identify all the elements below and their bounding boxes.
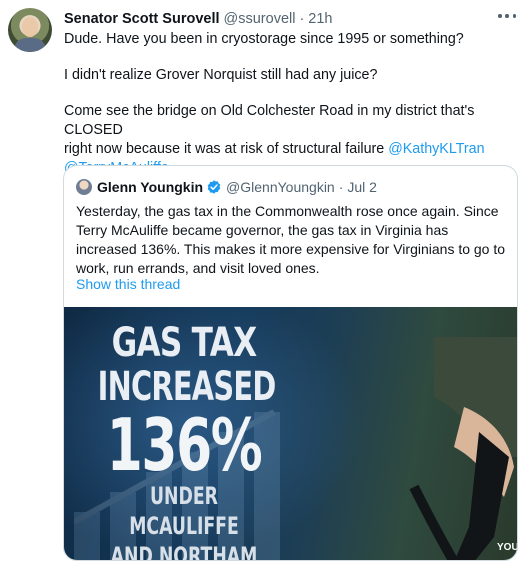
headline-line-5: AND NORTHAM [110,542,258,561]
more-dots-icon[interactable] [498,9,516,23]
quoted-header-separator: · [338,179,344,195]
show-thread-link[interactable]: Show this thread [76,276,180,292]
image-headline: GAS TAX INCREASED 136% UNDER MCAULIFFE A… [64,320,304,561]
dot-2 [505,14,509,18]
headline-line-1: GAS TAX [111,320,257,366]
tweet-timestamp[interactable]: 21h [308,11,332,27]
paragraph-3-line-2: right now because it was at risk of stru… [64,141,385,157]
author-name[interactable]: Senator Scott Surovell [64,11,220,27]
dot-3 [512,14,516,18]
quoted-tweet-header: Glenn Youngkin @GlennYoungkin · Jul 2 [76,178,377,196]
tweet-paragraph-2: I didn't realize Grover Norquist still h… [64,67,378,83]
paragraph-3-line-1: Come see the bridge on Old Colchester Ro… [64,103,475,138]
verified-badge-icon [207,180,221,194]
tweet-text: Dude. Have you been in cryostorage since… [64,30,514,178]
header-separator: · [299,11,305,27]
quoted-author-avatar[interactable] [76,179,92,195]
gas-pump-nozzle-graphic [409,337,517,560]
quoted-author-name[interactable]: Glenn Youngkin [97,179,203,195]
quoted-tweet[interactable]: Glenn Youngkin @GlennYoungkin · Jul 2 Ye… [63,165,518,561]
author-avatar[interactable] [8,8,52,52]
tweet-paragraph-1: Dude. Have you been in cryostorage since… [64,31,464,47]
headline-percentage: 136% [106,403,263,487]
image-watermark: YOU [497,542,518,553]
quoted-tweet-text: Yesterday, the gas tax in the Commonweal… [76,203,506,276]
tweet-header: Senator Scott Surovell @ssurovell · 21h [64,9,333,29]
avatar-shirt [14,38,46,52]
quoted-tweet-image[interactable]: GAS TAX INCREASED 136% UNDER MCAULIFFE A… [64,307,518,561]
author-handle[interactable]: @ssurovell [224,11,296,27]
headline-line-4: UNDER MCAULIFFE [129,482,239,540]
tweet[interactable]: Senator Scott Surovell @ssurovell · 21h … [0,0,519,561]
quoted-tweet-timestamp[interactable]: Jul 2 [347,179,377,195]
mention-link-kathykltran[interactable]: @KathyKLTran [388,141,484,157]
dot-1 [498,14,502,18]
quoted-author-handle[interactable]: @GlennYoungkin [226,179,335,195]
avatar-face [22,17,38,37]
